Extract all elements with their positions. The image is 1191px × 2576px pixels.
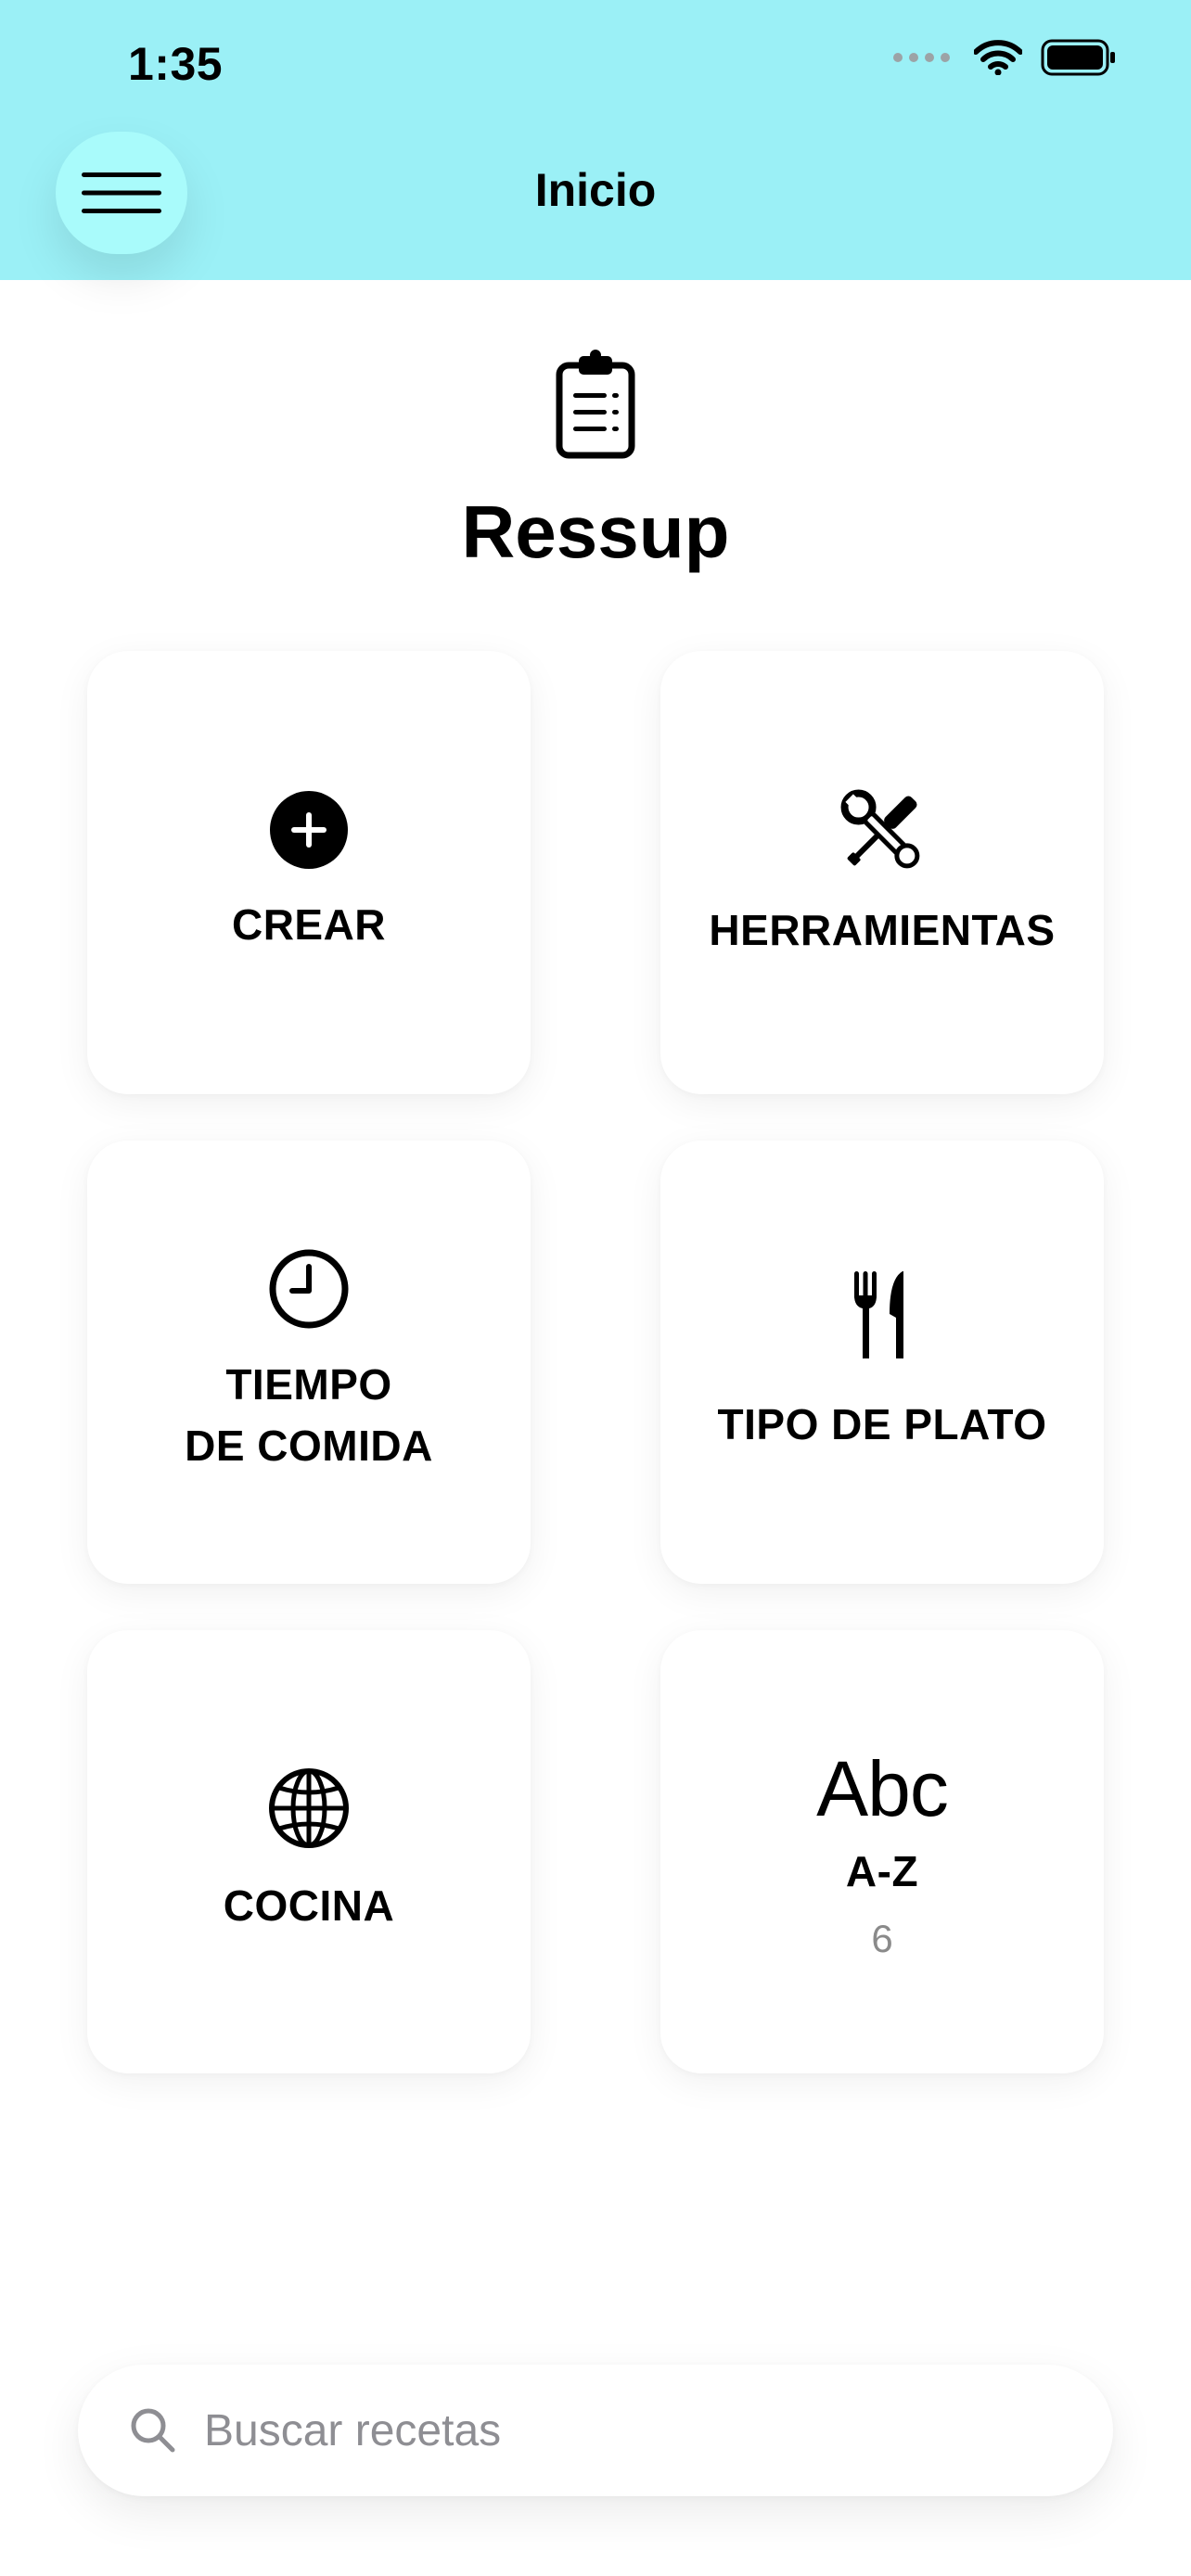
page-title: Inicio	[534, 164, 657, 216]
header: 1:35 Inicio	[0, 0, 1191, 280]
clipboard-icon	[556, 350, 635, 459]
globe-icon	[269, 1768, 349, 1848]
app-title: Ressup	[461, 491, 730, 573]
search-icon	[131, 2408, 175, 2453]
tile-cocina[interactable]: COCINA	[87, 1630, 531, 2073]
tile-label: HERRAMIENTAS	[709, 906, 1056, 954]
tile-tipo-de-plato[interactable]: TIPO DE PLATO	[660, 1141, 1104, 1584]
tile-label: COCINA	[223, 1881, 395, 1930]
search-input[interactable]	[204, 2404, 1020, 2456]
tile-label: TIEMPO DE COMIDA	[185, 1360, 433, 1470]
tile-herramientas[interactable]: HERRAMIENTAS	[660, 651, 1104, 1094]
status-icons	[893, 39, 1117, 76]
tile-a-z[interactable]: Abc A-Z 6	[660, 1630, 1104, 2073]
fork-knife-icon	[854, 1271, 903, 1358]
tile-tiempo-de-comida[interactable]: TIEMPO DE COMIDA	[87, 1141, 531, 1584]
search-bar[interactable]	[78, 2365, 1113, 2496]
plus-circle-icon	[270, 791, 348, 869]
clock-icon	[269, 1249, 349, 1329]
status-time: 1:35	[128, 38, 224, 90]
abc-icon: Abc	[816, 1745, 949, 1832]
cellular-signal-icon	[893, 53, 950, 62]
tile-label: CREAR	[231, 900, 387, 949]
tools-icon	[840, 789, 920, 869]
home-screen: 1:35 Inicio Ressup CREAR HERRAMIENTAS TI…	[0, 0, 1191, 2576]
tile-crear[interactable]: CREAR	[87, 651, 531, 1094]
wifi-icon	[974, 40, 1022, 75]
battery-icon	[1041, 39, 1115, 76]
tile-label: A-Z	[845, 1847, 919, 1895]
tile-label: TIPO DE PLATO	[717, 1400, 1047, 1448]
recipe-count: 6	[871, 1917, 893, 1960]
